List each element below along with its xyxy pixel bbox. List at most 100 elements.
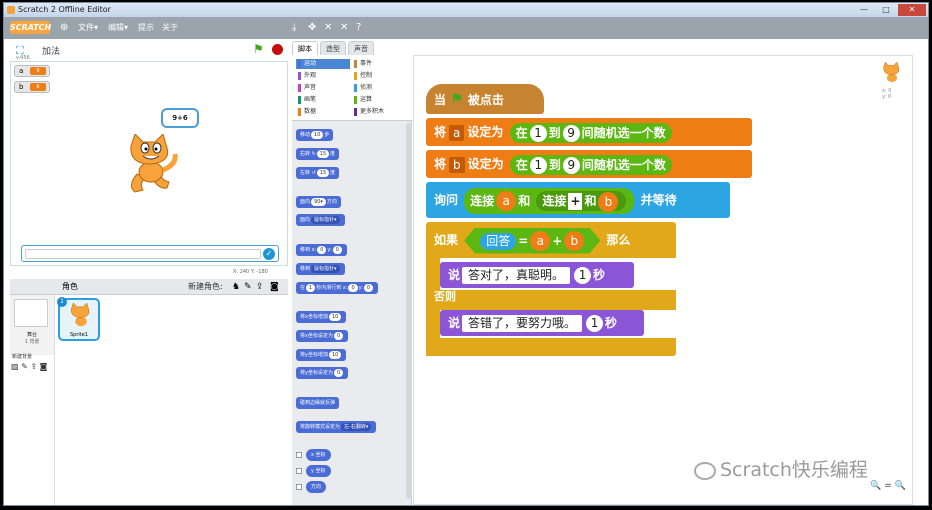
- category-2[interactable]: 事件: [352, 59, 406, 69]
- checkbox-direction[interactable]: [296, 484, 302, 490]
- category-color-swatch: [298, 60, 301, 68]
- green-flag-icon[interactable]: ⚑: [253, 42, 264, 56]
- backdrop-tools: ▨ ✎ ⇪ ◙: [11, 362, 47, 371]
- answer-input[interactable]: [25, 249, 261, 259]
- reporter-x-position[interactable]: x 坐标: [306, 449, 331, 461]
- menu-file[interactable]: 文件▾: [78, 17, 98, 39]
- block-point-direction[interactable]: 面向 90▾ 方向: [296, 196, 341, 208]
- reporter-y-position[interactable]: y 坐标: [306, 465, 331, 477]
- tab-sounds[interactable]: 声音: [348, 41, 374, 55]
- category-color-swatch: [298, 108, 301, 116]
- ask-and-wait-block[interactable]: 询问 连接 a 和 连接 + 和 b 并等待: [426, 182, 730, 218]
- category-10[interactable]: 更多积木: [352, 107, 406, 117]
- current-sprite-indicator: x: 0 y: 0: [880, 61, 904, 100]
- help-icon[interactable]: ?: [356, 17, 361, 39]
- else-label: 否则: [426, 290, 676, 310]
- category-label: 外观: [304, 72, 317, 79]
- block-change-y[interactable]: 将y坐标增加 10: [296, 349, 347, 361]
- if-else-bottom: [426, 338, 676, 356]
- category-7[interactable]: 画笔: [296, 95, 350, 105]
- say-correct-block[interactable]: 说答对了，真聪明。 1 秒: [440, 262, 634, 288]
- globe-icon[interactable]: ⊕: [60, 17, 68, 39]
- block-goto-xy[interactable]: 移到 x: 0 y: 0: [296, 244, 347, 256]
- stop-icon[interactable]: [272, 44, 283, 55]
- variable-monitor-a[interactable]: a 9: [14, 65, 50, 77]
- choose-sprite-icon[interactable]: ♞: [232, 279, 240, 295]
- checkbox-y[interactable]: [296, 468, 302, 474]
- category-label: 声音: [304, 84, 317, 91]
- category-label: 更多积木: [360, 108, 385, 115]
- tab-scripts[interactable]: 脚本: [292, 41, 318, 55]
- stage-header: ⛶ 加法 v.456 ⚑: [10, 41, 288, 61]
- category-9[interactable]: 数据: [296, 107, 350, 117]
- block-bounce[interactable]: 碰到边缘就反弹: [296, 397, 340, 409]
- block-set-y[interactable]: 将y坐标设定为 0: [296, 367, 349, 379]
- if-else-block[interactable]: 如果 回答 = a + b 那么: [426, 222, 676, 258]
- category-label: 控制: [360, 72, 373, 79]
- category-label: 运算: [360, 96, 373, 103]
- shrink-icon[interactable]: ✕: [340, 17, 348, 39]
- category-4[interactable]: 控制: [352, 71, 406, 81]
- block-turn-left[interactable]: 左转 ↺ 15 度: [296, 167, 340, 179]
- variable-name: a: [19, 67, 24, 75]
- sprite-list: 1 Sprite1: [54, 295, 288, 505]
- variable-value: 9: [30, 67, 46, 75]
- window-title: Scratch 2 Offline Editor: [18, 5, 111, 14]
- block-turn-right[interactable]: 右转 ↻ 15 度: [296, 148, 340, 160]
- block-rotation-style[interactable]: 将旋转模式设定为 左-右翻转▾: [296, 421, 377, 433]
- watermark: Scratch快乐编程: [694, 455, 868, 482]
- say-wrong-block[interactable]: 说答错了，要努力哦。 1 秒: [440, 310, 644, 336]
- menu-edit[interactable]: 编辑▾: [108, 17, 128, 39]
- palette-scrollbar[interactable]: [406, 123, 412, 499]
- choose-backdrop-icon[interactable]: ▨: [11, 362, 19, 371]
- category-color-swatch: [354, 60, 357, 68]
- block-glide[interactable]: 在 1 秒内滑行到 x: 0 y: 0: [296, 282, 379, 294]
- category-1[interactable]: 运动: [296, 59, 350, 69]
- minimize-button[interactable]: —: [854, 4, 874, 16]
- scratch-logo[interactable]: SCRATCH: [10, 21, 51, 34]
- check-icon[interactable]: ✓: [263, 248, 275, 260]
- close-button[interactable]: ✕: [898, 4, 926, 16]
- scripts-area[interactable]: 当 ⚑ 被点击 将 a 设定为 在 1 到 9 间随机选一个数 将 b 设定为 在 1 到 9 间随机选…: [413, 55, 913, 505]
- stage-thumbnail[interactable]: 舞台 1 背景: [10, 295, 54, 355]
- variable-monitor-b[interactable]: b 6: [14, 81, 50, 93]
- menu-tips[interactable]: 提示: [138, 17, 154, 39]
- block-point-towards[interactable]: 面向 鼠标指针▾: [296, 214, 345, 226]
- reporter-direction[interactable]: 方向: [306, 481, 327, 493]
- category-5[interactable]: 声音: [296, 83, 350, 93]
- upload-sprite-icon[interactable]: ⇪: [256, 279, 264, 295]
- mouse-coordinates: X: 240 Y: -180: [233, 269, 268, 275]
- cut-scissors-icon[interactable]: ✥: [308, 17, 316, 39]
- menu-bar: SCRATCH ⊕ 文件▾ 编辑▾ 提示 关于 ⤓ ✥ ✕ ✕ ?: [4, 17, 928, 39]
- category-3[interactable]: 外观: [296, 71, 350, 81]
- paint-sprite-icon[interactable]: ✎: [244, 279, 252, 295]
- zoom-controls[interactable]: 🔍 = 🔍: [870, 481, 906, 491]
- block-move[interactable]: 移动 10 步: [296, 129, 334, 141]
- paint-backdrop-icon[interactable]: ✎: [21, 362, 28, 371]
- block-set-x[interactable]: 将x坐标设定为 0: [296, 330, 349, 342]
- project-title[interactable]: 加法: [42, 44, 60, 57]
- menu-about[interactable]: 关于: [162, 17, 178, 39]
- backdrop-count: 1 背景: [24, 339, 40, 345]
- sprite-thumbnail[interactable]: 1 Sprite1: [57, 297, 100, 341]
- stage[interactable]: a 9 b 6 9+6 ✓: [10, 61, 288, 266]
- block-palette: 运动 事件外观 控制声音 侦测 画笔 运算数据 更多积木 移动 10 步 右转 ↻ 15 度 左转 …: [292, 55, 412, 505]
- cat-sprite[interactable]: [123, 134, 179, 196]
- tab-costumes[interactable]: 造型: [320, 41, 346, 55]
- block-change-x[interactable]: 将x坐标增加 10: [296, 311, 347, 323]
- set-b-random-block[interactable]: 将 b 设定为 在 1 到 9 间随机选一个数: [426, 150, 752, 178]
- block-goto[interactable]: 移到 鼠标指针▾: [296, 263, 345, 275]
- camera-backdrop-icon[interactable]: ◙: [40, 362, 48, 371]
- category-6[interactable]: 侦测: [352, 83, 406, 93]
- app-icon: [7, 6, 15, 14]
- grow-icon[interactable]: ✕: [324, 17, 332, 39]
- upload-backdrop-icon[interactable]: ⇪: [30, 362, 37, 371]
- when-flag-clicked-block[interactable]: 当 ⚑ 被点击: [426, 84, 544, 114]
- checkbox-x[interactable]: [296, 452, 302, 458]
- title-bar: Scratch 2 Offline Editor — □ ✕: [4, 3, 928, 17]
- camera-icon[interactable]: ◙: [270, 279, 279, 295]
- maximize-button[interactable]: □: [876, 4, 896, 16]
- category-8[interactable]: 运算: [352, 95, 406, 105]
- duplicate-stamp-icon[interactable]: ⤓: [292, 17, 296, 39]
- set-a-random-block[interactable]: 将 a 设定为 在 1 到 9 间随机选一个数: [426, 118, 752, 146]
